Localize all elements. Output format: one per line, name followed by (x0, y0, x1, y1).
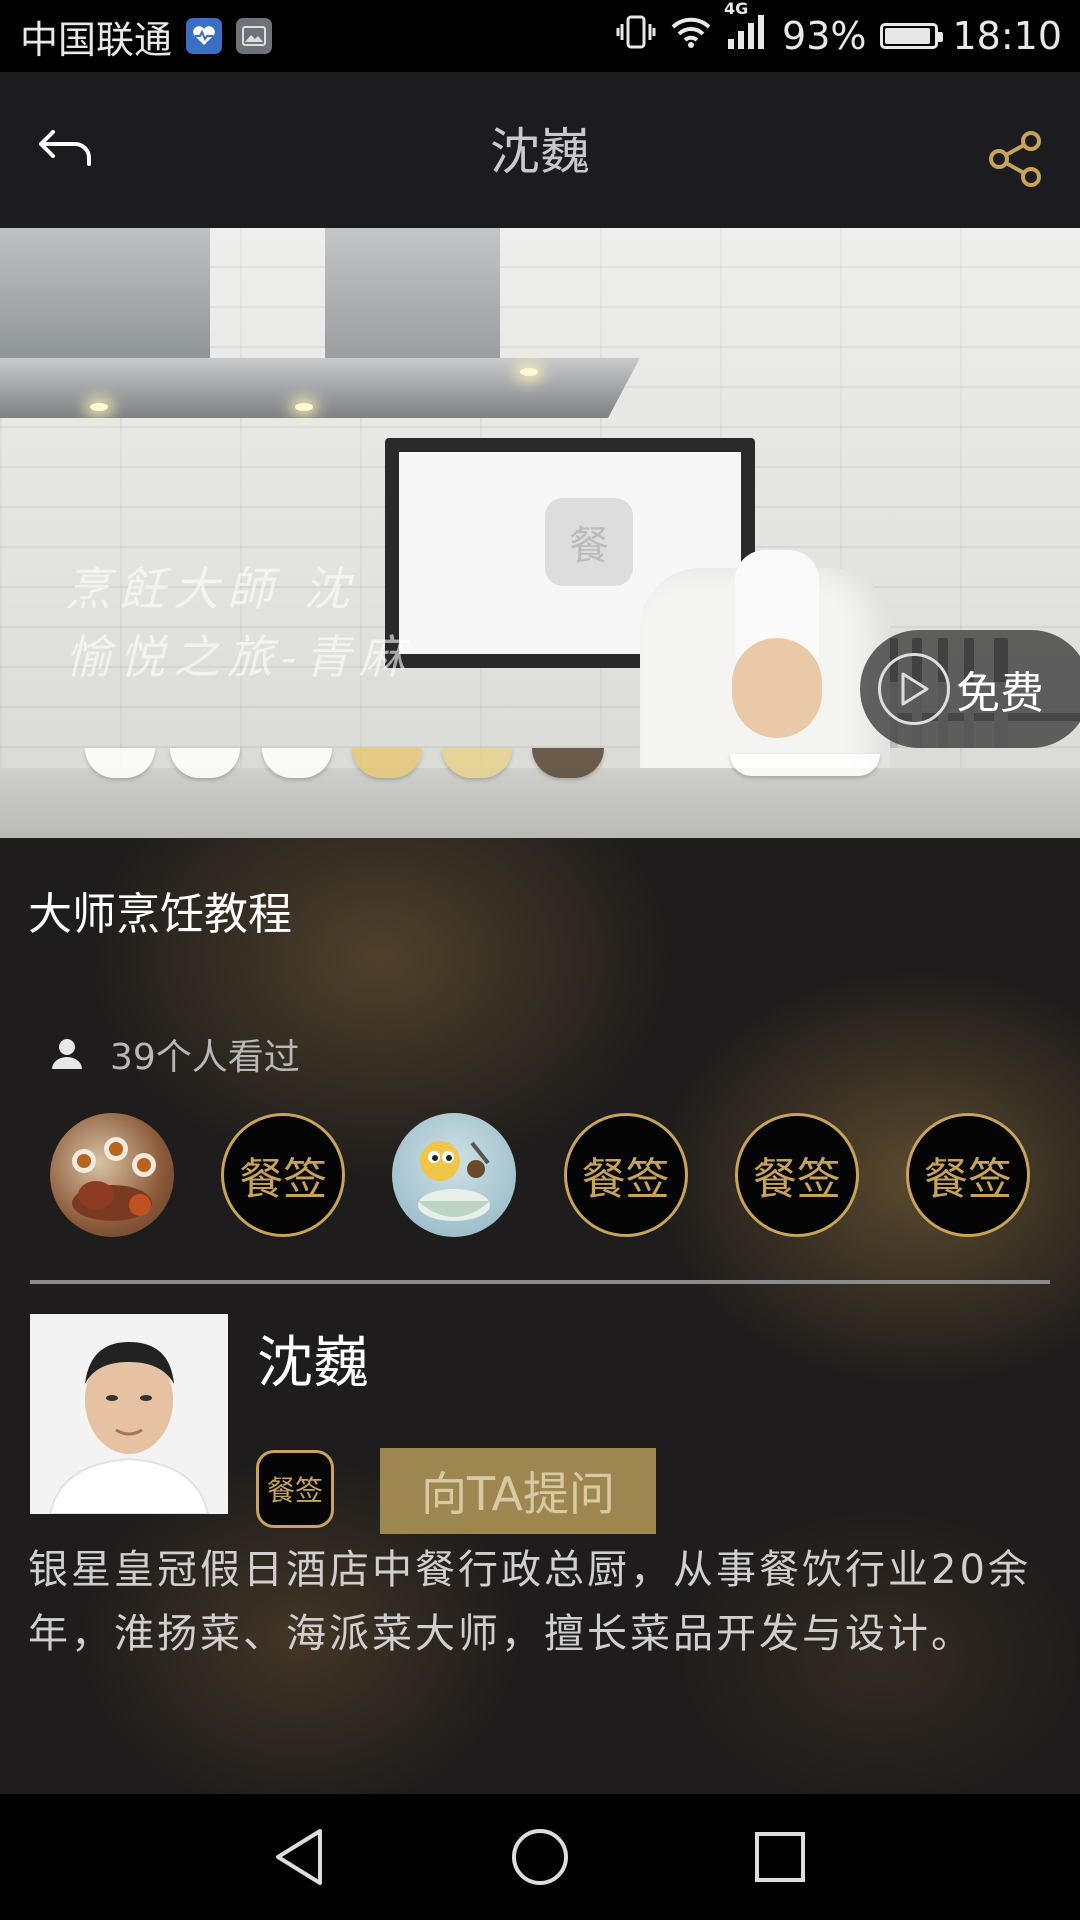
chef-portrait (30, 1314, 228, 1514)
battery-icon (880, 23, 944, 49)
chef-profile-photo[interactable] (30, 1314, 228, 1514)
gallery-app-icon (236, 18, 273, 54)
cartoon-chef-image (418, 1141, 491, 1221)
signal-icon: 4G (724, 0, 768, 60)
chef-badge-icon: 餐签 (256, 1450, 334, 1528)
viewer-avatar[interactable]: 餐签 (734, 1113, 859, 1237)
free-label: 免费 (956, 668, 1044, 719)
chef-face (732, 638, 822, 738)
viewers-count: 39个人看过 (50, 1028, 300, 1080)
system-nav-bar (0, 1794, 1080, 1920)
avatar-logo-text: 餐签 (752, 1154, 841, 1205)
avatar-logo-text: 餐签 (923, 1154, 1012, 1205)
viewer-avatar[interactable] (392, 1113, 517, 1237)
plate (730, 754, 880, 776)
range-hood (325, 228, 500, 358)
network-type-label: 4G (724, 0, 749, 18)
avatar-logo-text: 餐签 (239, 1154, 328, 1205)
section-divider (30, 1280, 1050, 1284)
vibrate-icon (616, 14, 656, 59)
play-icon (878, 653, 950, 725)
hood-light (90, 403, 108, 411)
free-play-button[interactable]: 免费 (860, 630, 1080, 748)
course-panel: 大师烹饪教程 39个人看过 餐签 餐签 餐签 餐签 沈巍 餐签 向TA提问 银星… (0, 838, 1080, 1794)
ask-question-button[interactable]: 向TA提问 (380, 1448, 656, 1534)
person-icon (52, 1039, 82, 1069)
carrier-label: 中国联通 (20, 17, 173, 62)
hood-light (520, 368, 538, 376)
square-recents-icon (755, 1832, 805, 1882)
page-title: 沈巍 (490, 123, 590, 181)
battery-percent: 93% (782, 14, 867, 58)
share-icon (989, 131, 1041, 187)
viewers-label: 39个人看过 (110, 1037, 300, 1078)
viewer-avatar[interactable]: 餐签 (563, 1113, 688, 1237)
hood-light (295, 403, 313, 411)
viewer-avatar[interactable]: 餐签 (221, 1113, 346, 1237)
viewer-avatar[interactable] (50, 1113, 174, 1237)
course-title: 大师烹饪教程 (28, 889, 292, 940)
range-hood (0, 228, 210, 358)
viewer-avatar[interactable]: 餐签 (905, 1113, 1030, 1237)
status-bar: 中国联通 4G 93% 18:10 (0, 0, 1080, 72)
tv-logo: 餐 (545, 498, 633, 586)
chef-bio: 银星皇冠假日酒店中餐行政总厨，从事餐饮行业20余年，淮扬菜、海派菜大师，擅长菜品… (28, 1547, 1031, 1657)
health-app-icon (186, 18, 223, 54)
chef-name: 沈巍 (257, 1331, 369, 1396)
video-player[interactable]: 餐 烹飪大師 沈 愉悦之旅-青麻 免费 (0, 228, 1080, 838)
triangle-back-icon (276, 1829, 322, 1885)
tea-set-image (72, 1137, 156, 1221)
kitchen-counter (0, 768, 1080, 838)
wifi-icon (670, 14, 712, 58)
nav-recents-button[interactable] (660, 1794, 900, 1920)
nav-home-button[interactable] (420, 1794, 660, 1920)
clock: 18:10 (952, 14, 1062, 58)
app-header: 沈巍 (0, 72, 1080, 230)
battery-fill (885, 28, 930, 44)
avatar-logo-text: 餐签 (581, 1154, 670, 1205)
circle-home-icon (512, 1829, 568, 1885)
video-watermark: 愉悦之旅-青麻 (65, 630, 413, 684)
nav-back-button[interactable] (180, 1794, 420, 1920)
share-button[interactable] (980, 124, 1050, 194)
viewer-avatars: 餐签 餐签 餐签 餐签 (50, 1113, 1030, 1237)
video-watermark: 烹飪大師 沈 (65, 562, 358, 616)
